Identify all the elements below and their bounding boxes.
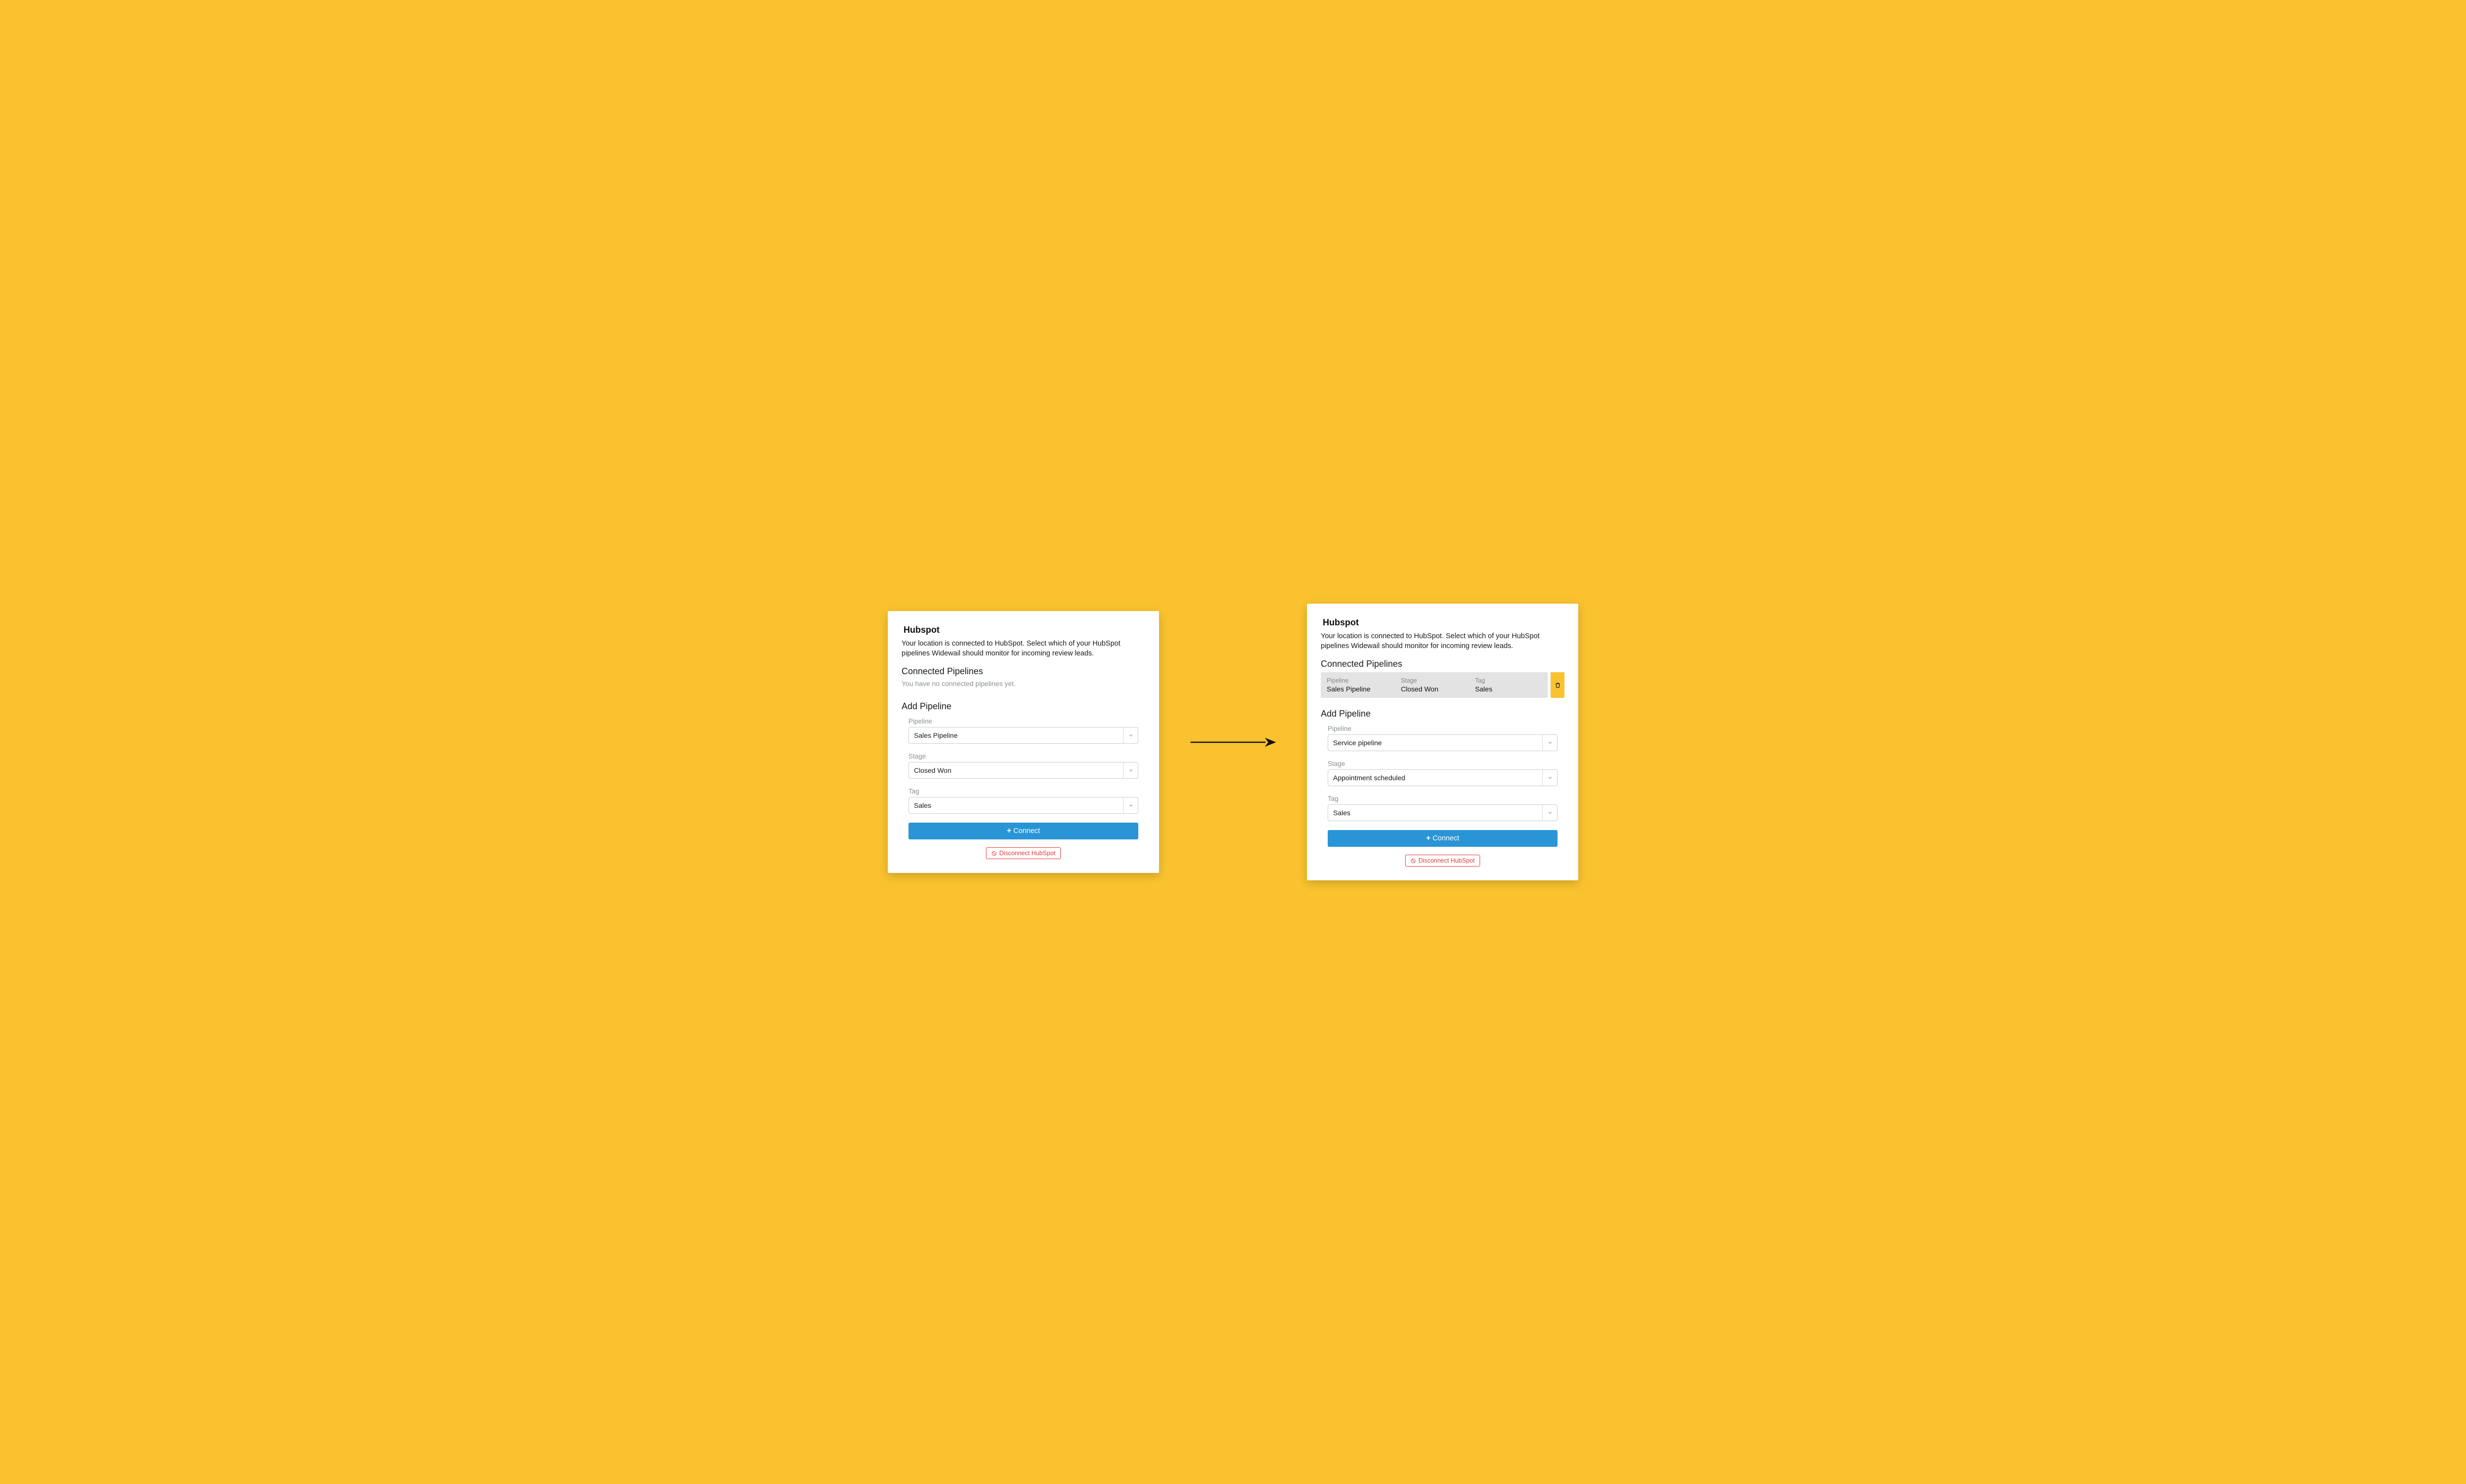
field-stage: Stage Closed Won [908,753,1138,779]
card-title: Hubspot [904,625,1145,635]
tag-column: Tag Sales [1475,677,1542,693]
connected-pipelines-heading: Connected Pipelines [902,666,1145,677]
tag-label: Tag [908,788,1138,795]
card-title: Hubspot [1323,617,1564,628]
tag-column-header: Tag [1475,677,1542,684]
pipeline-column: Pipeline Sales Pipeline [1327,677,1401,693]
stage-select[interactable]: Closed Won [908,762,1138,779]
chevron-down-icon [1542,770,1557,786]
trash-icon [1555,682,1561,688]
card-description: Your location is connected to HubSpot. S… [902,639,1145,658]
field-pipeline: Pipeline Sales Pipeline [908,718,1138,744]
tag-column-value: Sales [1475,685,1542,693]
pipeline-column-value: Sales Pipeline [1327,685,1401,693]
disconnect-button[interactable]: Disconnect HubSpot [1405,855,1480,867]
field-stage: Stage Appointment scheduled [1328,760,1558,786]
stage-select-value: Closed Won [909,766,1123,774]
disconnect-button[interactable]: Disconnect HubSpot [986,847,1061,859]
stage-label: Stage [1328,760,1558,767]
disconnect-button-label: Disconnect HubSpot [999,850,1055,857]
disconnect-button-label: Disconnect HubSpot [1418,857,1475,864]
disconnect-row: Disconnect HubSpot [1328,855,1558,867]
hubspot-config-card-before: Hubspot Your location is connected to Hu… [888,611,1159,873]
field-tag: Tag Sales [908,788,1138,814]
stage-select[interactable]: Appointment scheduled [1328,769,1558,786]
cancel-icon [991,851,997,856]
add-pipeline-heading: Add Pipeline [1321,709,1564,719]
plus-icon: + [1007,827,1011,835]
stage-label: Stage [908,753,1138,760]
chevron-down-icon [1542,735,1557,751]
tag-select-value: Sales [1328,809,1542,817]
connect-button-label: Connect [1433,834,1459,842]
stage-column-value: Closed Won [1401,685,1475,693]
pipeline-column-header: Pipeline [1327,677,1401,684]
field-pipeline: Pipeline Service pipeline [1328,725,1558,751]
connect-button-label: Connect [1014,827,1040,835]
pipeline-select-value: Sales Pipeline [909,731,1123,739]
pipeline-label: Pipeline [1328,725,1558,732]
connected-pipelines-empty: You have no connected pipelines yet. [902,680,1145,688]
connect-button[interactable]: + Connect [1328,830,1558,847]
pipeline-select[interactable]: Sales Pipeline [908,727,1138,744]
stage-column: Stage Closed Won [1401,677,1475,693]
disconnect-row: Disconnect HubSpot [908,847,1138,859]
connected-pipelines-heading: Connected Pipelines [1321,659,1564,669]
pipeline-label: Pipeline [908,718,1138,725]
stage-column-header: Stage [1401,677,1475,684]
add-pipeline-form: Pipeline Sales Pipeline Stage Closed Won [902,718,1145,859]
connect-button[interactable]: + Connect [908,823,1138,839]
add-pipeline-form: Pipeline Service pipeline Stage Appointm… [1321,725,1564,867]
hubspot-config-card-after: Hubspot Your location is connected to Hu… [1307,604,1578,880]
card-description: Your location is connected to HubSpot. S… [1321,632,1564,651]
field-tag: Tag Sales [1328,795,1558,821]
stage: Hubspot Your location is connected to Hu… [863,604,1603,880]
pipeline-select[interactable]: Service pipeline [1328,734,1558,751]
add-pipeline-heading: Add Pipeline [902,701,1145,712]
chevron-down-icon [1123,727,1138,743]
tag-select[interactable]: Sales [908,797,1138,814]
chevron-down-icon [1542,805,1557,821]
chevron-down-icon [1123,762,1138,778]
chevron-down-icon [1123,797,1138,813]
stage-select-value: Appointment scheduled [1328,774,1542,782]
pipeline-select-value: Service pipeline [1328,739,1542,747]
tag-select[interactable]: Sales [1328,804,1558,821]
transition-arrow [1189,735,1277,750]
plus-icon: + [1426,834,1430,842]
delete-pipeline-button[interactable] [1551,672,1564,698]
tag-select-value: Sales [909,801,1123,809]
connected-pipeline-row: Pipeline Sales Pipeline Stage Closed Won… [1321,672,1564,698]
cancel-icon [1411,858,1416,864]
tag-label: Tag [1328,795,1558,802]
connected-pipeline-item: Pipeline Sales Pipeline Stage Closed Won… [1321,672,1548,698]
